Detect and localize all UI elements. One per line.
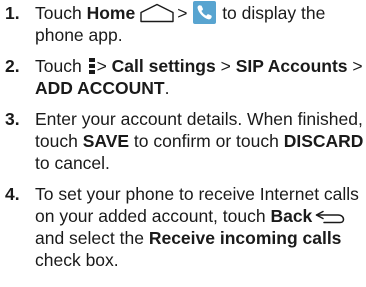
step-number: 3. xyxy=(5,109,20,130)
home-icon xyxy=(140,3,174,23)
step-text: > xyxy=(177,3,188,23)
step-text: check box. xyxy=(35,250,119,271)
step-2: 2. Touch > Call settings > SIP Accounts >… xyxy=(0,55,366,99)
step-text: > xyxy=(96,56,112,77)
step-4: 4. To set your phone to receive Internet … xyxy=(0,183,366,271)
step-text: > xyxy=(347,56,363,77)
step-1: 1. Touch Home > to display the phone app. xyxy=(0,1,366,46)
step-text: and select the xyxy=(35,228,149,249)
menu-icon xyxy=(88,58,95,75)
step-text: > xyxy=(215,56,236,77)
home-label: Home xyxy=(86,3,136,23)
discard-label: DISCARD xyxy=(283,131,364,152)
step-number: 2. xyxy=(5,56,20,77)
step-number: 4. xyxy=(5,184,20,205)
add-account-label: ADD ACCOUNT xyxy=(35,78,165,99)
instruction-steps: 1. Touch Home > to display the phone app.… xyxy=(0,1,366,271)
step-text: to cancel. xyxy=(35,153,110,174)
back-label: Back xyxy=(270,206,313,227)
step-text: to confirm or touch xyxy=(129,131,284,152)
step-3: 3. Enter your account details. When finis… xyxy=(0,108,366,174)
step-text: . xyxy=(164,78,170,99)
sip-accounts-label: SIP Accounts xyxy=(235,56,348,77)
receive-incoming-calls-label: Receive incoming calls xyxy=(148,228,342,249)
call-settings-label: Call settings xyxy=(111,56,216,77)
step-text: Touch xyxy=(35,3,82,23)
save-label: SAVE xyxy=(82,131,130,152)
step-number: 1. xyxy=(5,3,20,23)
step-text: Touch xyxy=(35,56,82,77)
phone-app-icon xyxy=(193,1,217,25)
back-icon xyxy=(316,211,345,224)
